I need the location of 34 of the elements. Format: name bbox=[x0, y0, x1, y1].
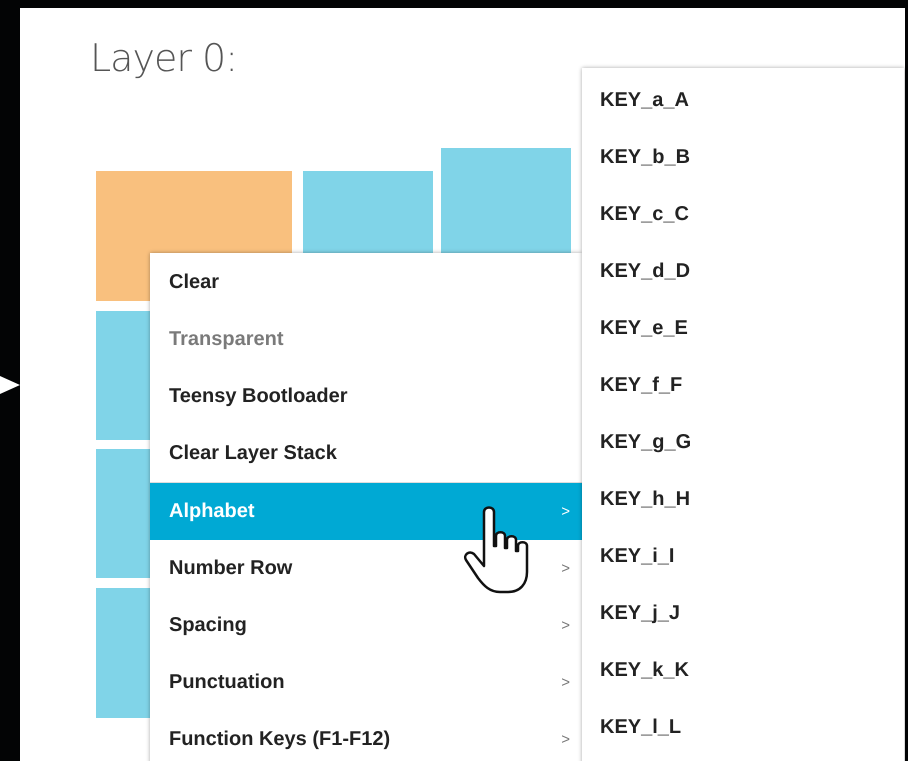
submenu-arrow: > bbox=[561, 617, 570, 634]
menu-item-label: Teensy Bootloader bbox=[169, 385, 348, 408]
submenu-arrow: > bbox=[561, 560, 570, 577]
menu-item-label: Transparent bbox=[169, 328, 284, 351]
submenu-item[interactable]: KEY_h_H bbox=[582, 471, 904, 528]
menu-item[interactable]: Clear Layer Stack bbox=[150, 425, 582, 482]
menu-item-label: Clear Layer Stack bbox=[169, 442, 337, 465]
submenu-arrow: > bbox=[561, 674, 570, 691]
submenu-item[interactable]: KEY_e_E bbox=[582, 300, 904, 357]
submenu-item[interactable]: KEY_l_L bbox=[582, 699, 904, 756]
menu-item-label: Function Keys (F1-F12) bbox=[169, 728, 390, 751]
submenu-item[interactable]: KEY_a_A bbox=[582, 72, 904, 129]
submenu-item[interactable]: KEY_c_C bbox=[582, 186, 904, 243]
menu-item[interactable]: Function Keys (F1-F12) > bbox=[150, 711, 582, 761]
submenu-item[interactable]: KEY_f_F bbox=[582, 357, 904, 414]
submenu-item[interactable]: KEY_k_K bbox=[582, 642, 904, 699]
submenu-item[interactable]: KEY_g_G bbox=[582, 414, 904, 471]
submenu-item[interactable]: KEY_d_D bbox=[582, 243, 904, 300]
menu-item-label: Number Row bbox=[169, 557, 292, 580]
menu-item[interactable]: Number Row > bbox=[150, 540, 582, 597]
submenu-arrow: > bbox=[561, 503, 570, 520]
submenu-item[interactable]: KEY_i_I bbox=[582, 528, 904, 585]
menu-item-label: Spacing bbox=[169, 614, 247, 637]
menu-item-label: Alphabet bbox=[169, 500, 255, 523]
menu-item-label: Punctuation bbox=[169, 671, 285, 694]
submenu-item[interactable]: KEY_j_J bbox=[582, 585, 904, 642]
menu-item[interactable]: Spacing > bbox=[150, 597, 582, 654]
menu-item[interactable]: Punctuation > bbox=[150, 654, 582, 711]
submenu-item[interactable]: KEY_b_B bbox=[582, 129, 904, 186]
layer-title: Layer 0: bbox=[90, 36, 238, 80]
menu-item[interactable]: Clear bbox=[150, 254, 582, 311]
menu-item-label: Clear bbox=[169, 271, 220, 294]
submenu-arrow: > bbox=[561, 731, 570, 748]
menu-item[interactable]: Teensy Bootloader bbox=[150, 368, 582, 425]
